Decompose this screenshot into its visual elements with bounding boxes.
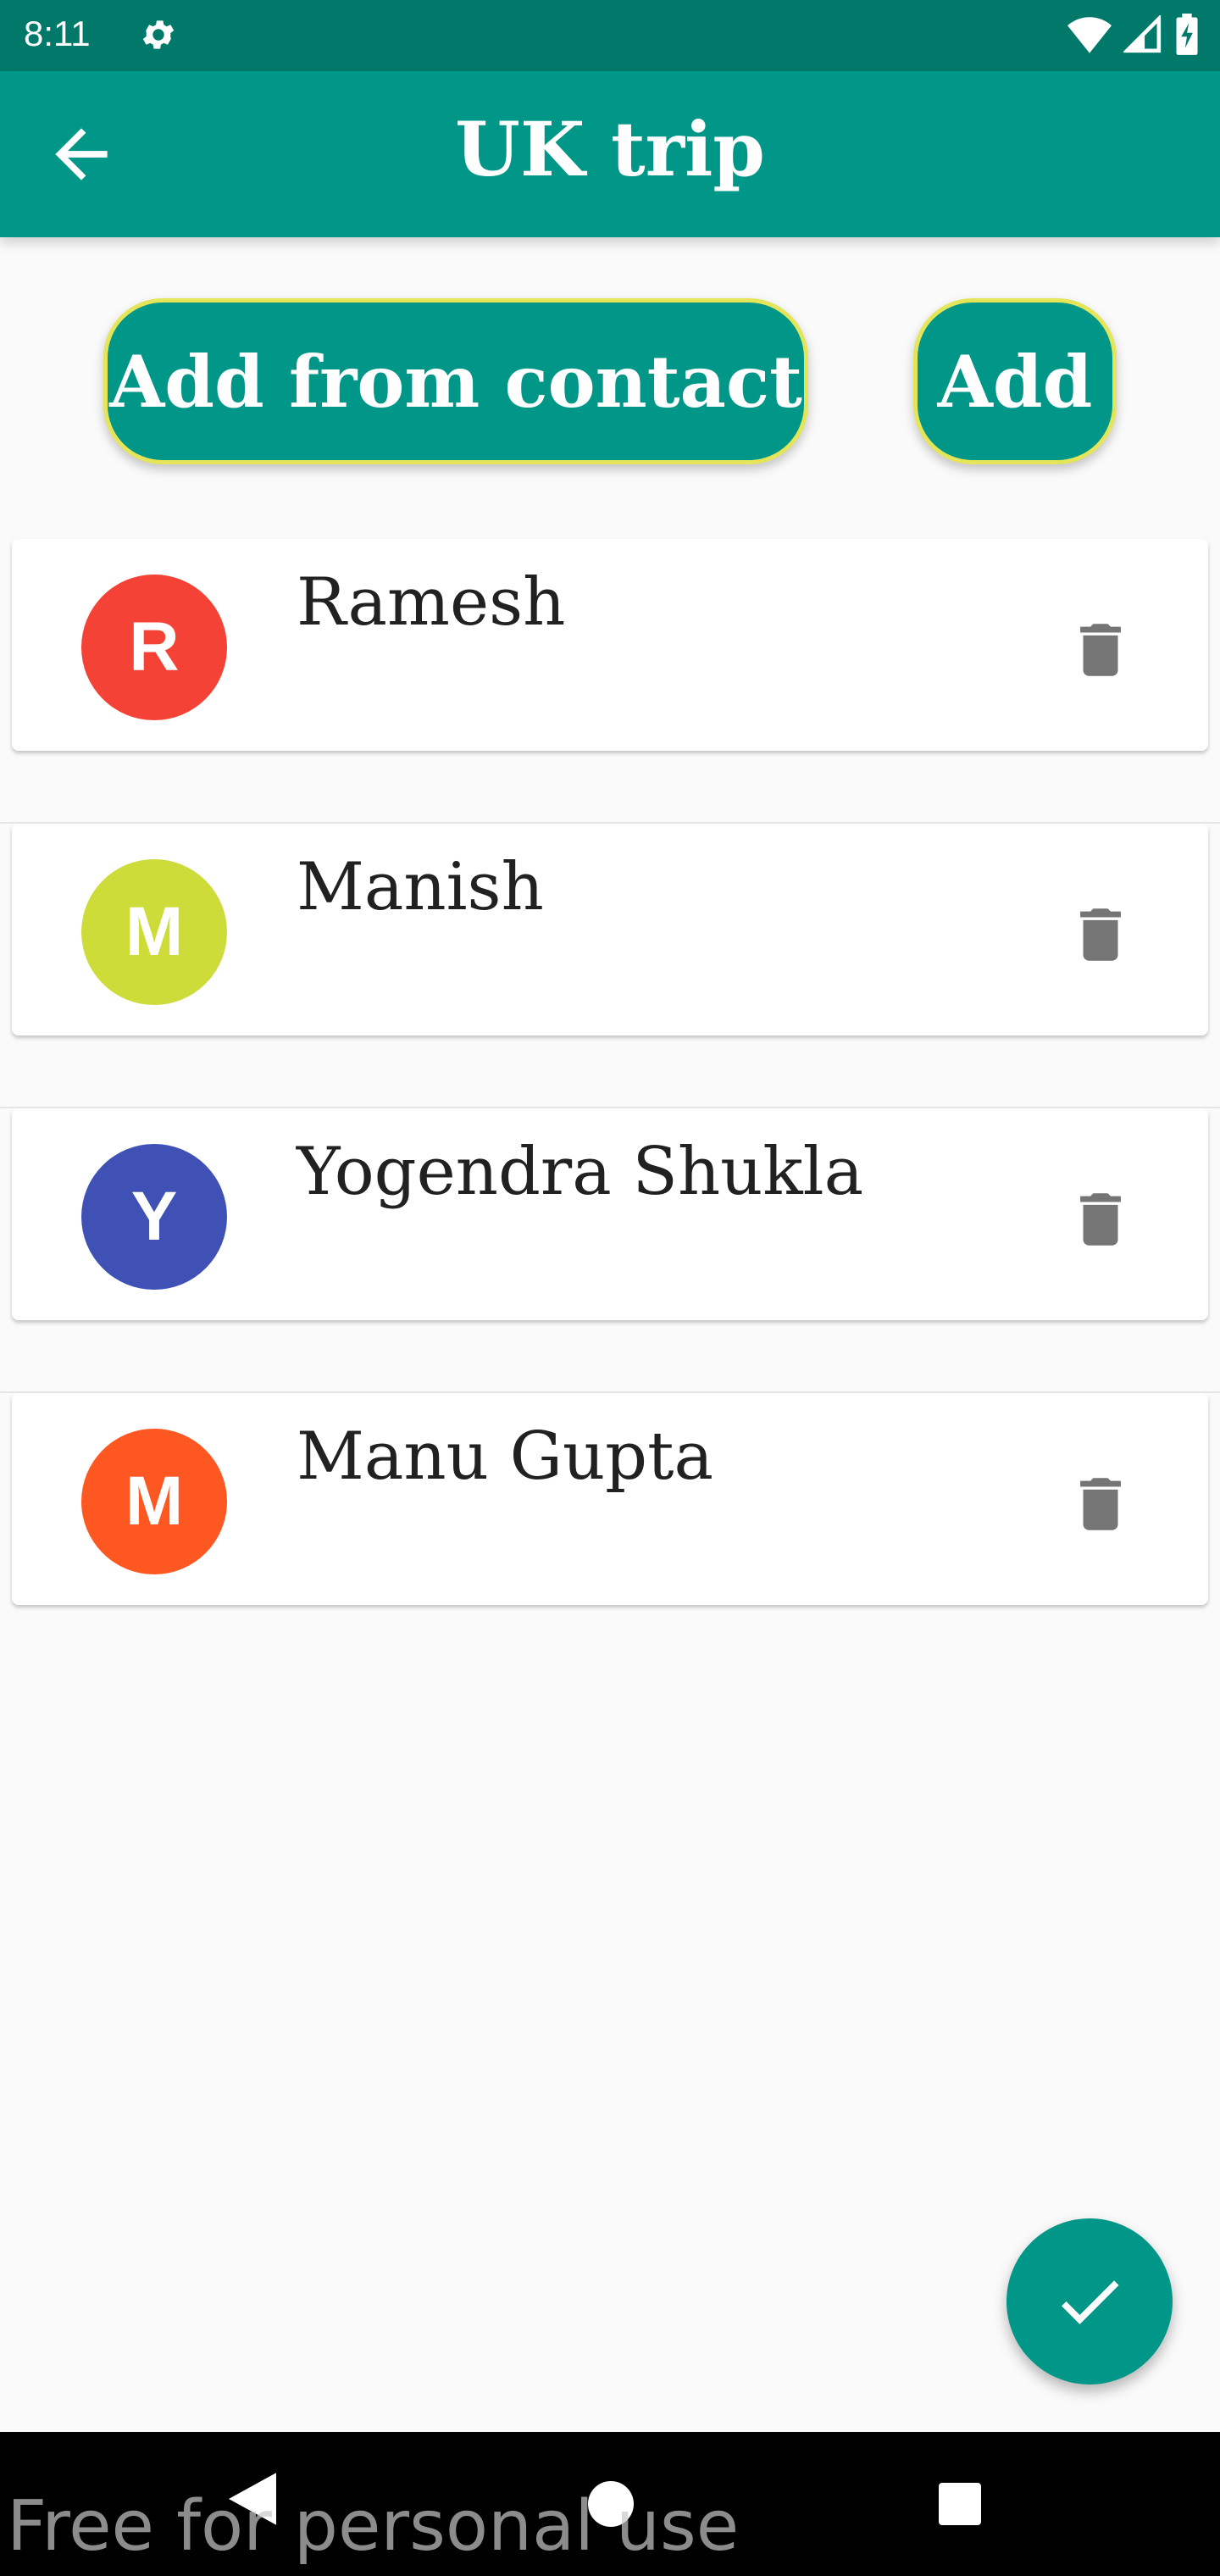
confirm-fab-button[interactable]: [1006, 2218, 1173, 2384]
watermark: Free for personal use: [7, 2486, 740, 2567]
member-name: Manish: [297, 849, 544, 925]
app-bar: UK trip: [0, 71, 1220, 237]
avatar: M: [81, 1429, 227, 1574]
checkmark-icon: [1062, 2280, 1119, 2324]
status-time: 8:11: [24, 14, 91, 53]
member-name: Yogendra Shukla: [297, 1134, 864, 1210]
add-from-contact-button[interactable]: Add from contact: [103, 298, 808, 464]
list-item: M Manu Gupta: [0, 1393, 1220, 1678]
trash-icon[interactable]: [1066, 615, 1135, 685]
member-list: R Ramesh M Manish Y Yogendra Shukla M Ma…: [0, 539, 1220, 1678]
nav-recents-icon[interactable]: [939, 2483, 981, 2525]
trash-icon[interactable]: [1066, 900, 1135, 969]
trash-icon[interactable]: [1066, 1185, 1135, 1254]
member-card[interactable]: M Manu Gupta: [12, 1393, 1208, 1605]
member-name: Ramesh: [297, 564, 566, 641]
list-item: R Ramesh: [0, 539, 1220, 824]
battery-icon: [1176, 14, 1198, 55]
list-item: Y Yogendra Shukla: [0, 1108, 1220, 1393]
list-item: M Manish: [0, 824, 1220, 1108]
signal-icon: [1123, 15, 1162, 53]
member-card[interactable]: Y Yogendra Shukla: [12, 1108, 1208, 1320]
member-card[interactable]: R Ramesh: [12, 539, 1208, 751]
trash-icon[interactable]: [1066, 1469, 1135, 1539]
avatar: R: [81, 575, 227, 720]
member-name: Manu Gupta: [297, 1418, 713, 1495]
add-button[interactable]: Add: [913, 298, 1117, 464]
avatar: Y: [81, 1144, 227, 1290]
status-bar: 8:11: [0, 0, 1220, 71]
avatar: M: [81, 859, 227, 1005]
wifi-icon: [1068, 17, 1112, 53]
page-title: UK trip: [455, 105, 765, 193]
member-card[interactable]: M Manish: [12, 824, 1208, 1035]
gear-icon: [142, 20, 175, 49]
